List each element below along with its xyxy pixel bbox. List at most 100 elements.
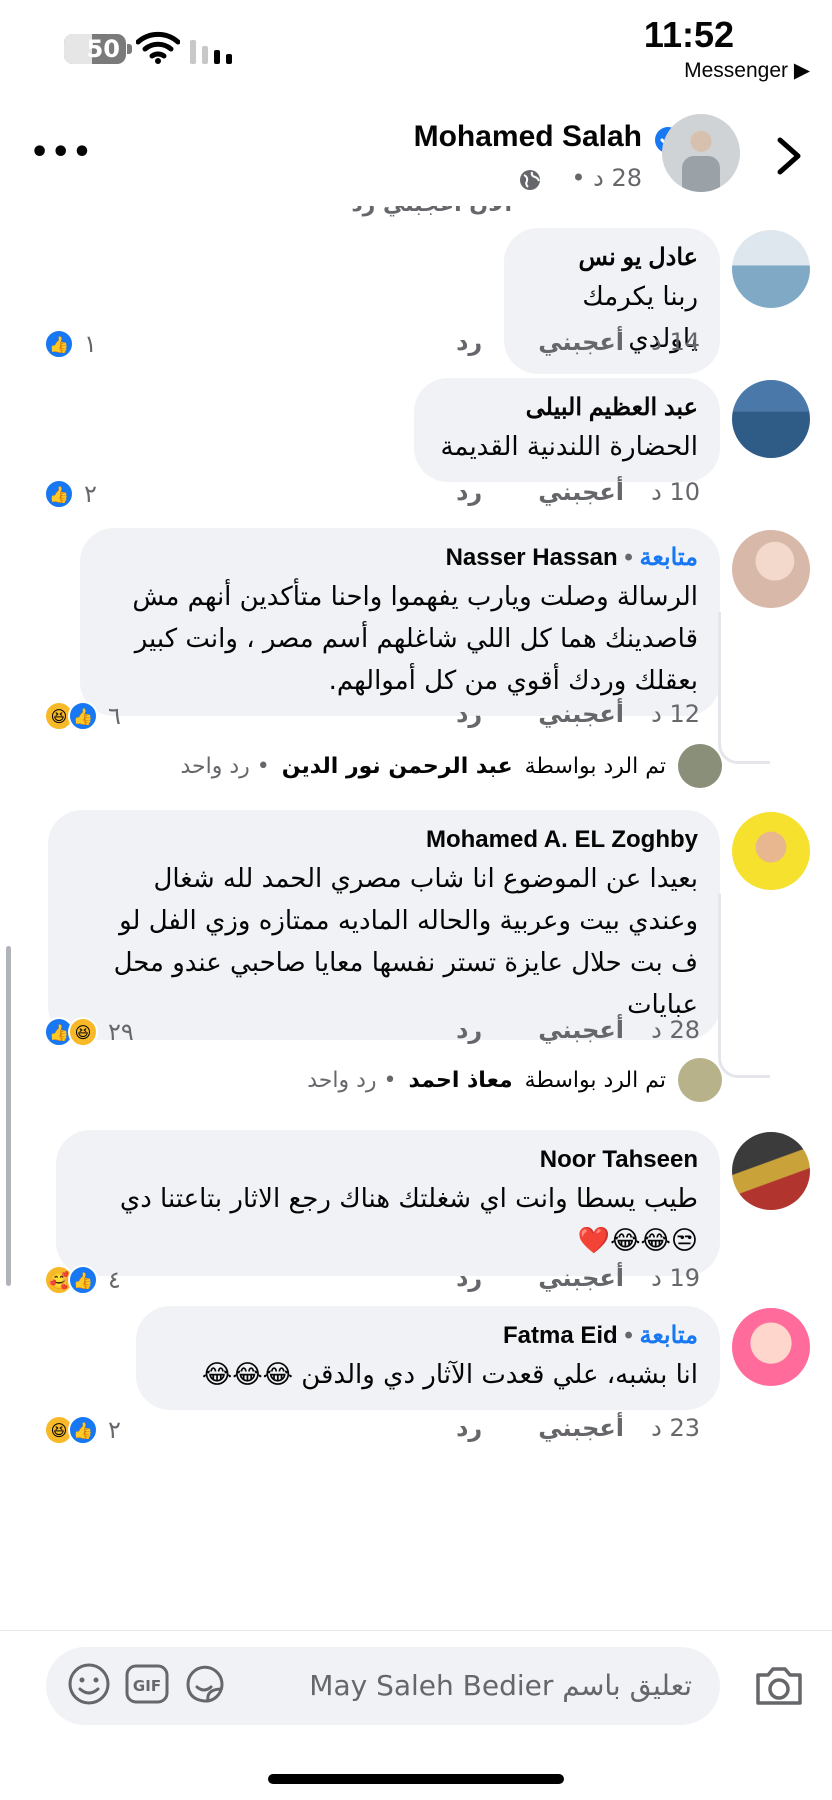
comment-item: متابعة • Fatma Eid انا بشبه، علي قعدت ال…: [0, 1306, 832, 1456]
thread-line: [718, 894, 770, 1078]
avatar[interactable]: [732, 530, 810, 608]
like-reaction-icon: 👍: [68, 1265, 98, 1295]
comment-author[interactable]: Fatma Eid: [503, 1322, 618, 1349]
reply-avatar: [678, 1058, 722, 1102]
comment-actions: 12 د أعجبني رد: [456, 700, 700, 728]
camera-icon[interactable]: [752, 1659, 806, 1713]
comment-bubble[interactable]: عبد العظيم البيلى الحضارة اللندنية القدي…: [414, 378, 720, 482]
comment-bubble[interactable]: Mohamed A. EL Zoghby بعيدا عن الموضوع ان…: [48, 810, 720, 1040]
wifi-icon: [136, 31, 180, 64]
comment-item: متابعة • Nasser Hassan الرسالة وصلت ويار…: [0, 528, 832, 846]
reply-button[interactable]: رد: [456, 478, 482, 506]
status-bar: 50 11:52 Messenger ▶: [0, 0, 832, 96]
battery-icon: 50: [64, 34, 132, 64]
comment-text: بعيدا عن الموضوع انا شاب مصري الحمد لله …: [113, 864, 698, 1020]
view-replies-link[interactable]: تم الرد بواسطة معاذ احمد • رد واحد: [307, 1058, 722, 1102]
previous-comment-actions: الآن أعجبني رد: [0, 206, 832, 230]
like-reaction-icon: 👍: [44, 329, 74, 359]
comment-bubble[interactable]: متابعة • Nasser Hassan الرسالة وصلت ويار…: [80, 528, 720, 716]
like-reaction-icon: 👍: [44, 479, 74, 509]
follow-button[interactable]: متابعة: [639, 544, 698, 571]
comment-composer: GIF تعليق باسم May Saleh Bedier: [0, 1630, 832, 1740]
reaction-summary[interactable]: 🥰 👍 ٤: [44, 1264, 121, 1296]
svg-text:GIF: GIF: [133, 1677, 161, 1695]
comment-time: 23 د: [651, 1414, 700, 1442]
comment-text: الرسالة وصلت ويارب يفهموا واحنا متأكدين …: [132, 582, 698, 696]
post-header: ••• Mohamed Salah 28 د •: [0, 96, 832, 206]
comment-author[interactable]: Noor Tahseen: [78, 1144, 698, 1176]
gif-icon[interactable]: GIF: [124, 1661, 170, 1707]
reaction-count: ٢: [108, 1416, 121, 1444]
comment-time: 10 د: [651, 478, 700, 506]
sticker-icon[interactable]: [182, 1661, 228, 1707]
comments-feed[interactable]: الآن أعجبني رد عادل يو نس ربنا يكرمك ياو…: [0, 206, 832, 1630]
reaction-summary[interactable]: 😆 👍 ٢: [44, 1414, 121, 1446]
follow-button[interactable]: متابعة: [639, 1322, 698, 1349]
like-reaction-icon: 👍: [68, 1415, 98, 1445]
avatar[interactable]: [732, 380, 810, 458]
reaction-summary[interactable]: 👍 ٢: [44, 478, 97, 510]
comment-bubble[interactable]: Noor Tahseen طيب يسطا وانت اي شغلتك هناك…: [56, 1130, 720, 1276]
like-button[interactable]: أعجبني: [538, 1264, 624, 1292]
comment-actions: 14 د أعجبني رد: [456, 328, 700, 356]
like-button[interactable]: أعجبني: [538, 1016, 624, 1044]
comment-item: Mohamed A. EL Zoghby بعيدا عن الموضوع ان…: [0, 810, 832, 1140]
reply-avatar: [678, 744, 722, 788]
battery-level: 50: [86, 35, 120, 63]
comment-author[interactable]: Mohamed A. EL Zoghby: [70, 824, 698, 856]
reply-button[interactable]: رد: [456, 1016, 482, 1044]
poster-avatar[interactable]: [662, 114, 740, 192]
reaction-summary[interactable]: 👍 ١: [44, 328, 97, 360]
back-to-app-link[interactable]: Messenger ▶: [684, 58, 810, 83]
thread-line: [718, 612, 770, 764]
like-reaction-icon: 👍: [68, 701, 98, 731]
comment-author[interactable]: عبد العظيم البيلى: [436, 392, 698, 424]
reply-button[interactable]: رد: [456, 328, 482, 356]
poster-name[interactable]: Mohamed Salah: [414, 120, 642, 154]
status-time: 11:52: [643, 14, 734, 55]
avatar[interactable]: [732, 812, 810, 890]
comment-actions: 28 د أعجبني رد: [456, 1016, 700, 1044]
comment-item: عادل يو نس ربنا يكرمك ياولدي 14 د أعجبني…: [0, 228, 832, 378]
comment-text: الحضارة اللندنية القديمة: [440, 432, 698, 462]
chevron-right-icon[interactable]: [774, 136, 804, 176]
globe-icon: [520, 170, 540, 190]
reaction-summary[interactable]: 👍 😆 ٢٩: [44, 1016, 134, 1048]
avatar[interactable]: [732, 1132, 810, 1210]
comment-author[interactable]: Nasser Hassan: [446, 544, 618, 571]
comment-time: 28 د: [651, 1016, 700, 1044]
comment-time: 19 د: [651, 1264, 700, 1292]
reaction-count: ٤: [108, 1266, 121, 1294]
reaction-count: ٢: [84, 480, 97, 508]
emoji-icon[interactable]: [66, 1661, 112, 1707]
avatar[interactable]: [732, 230, 810, 308]
reaction-count: ٦: [108, 702, 121, 730]
scrollbar[interactable]: [6, 946, 11, 1286]
haha-reaction-icon: 😆: [68, 1017, 98, 1047]
avatar[interactable]: [732, 1308, 810, 1386]
like-button[interactable]: أعجبني: [538, 700, 624, 728]
like-button[interactable]: أعجبني: [538, 328, 624, 356]
like-button[interactable]: أعجبني: [538, 1414, 624, 1442]
comment-bubble[interactable]: متابعة • Fatma Eid انا بشبه، علي قعدت ال…: [136, 1306, 720, 1410]
comment-placeholder: تعليق باسم May Saleh Bedier: [309, 1669, 692, 1702]
reaction-count: ٢٩: [108, 1018, 134, 1046]
reaction-count: ١: [84, 330, 97, 358]
comment-item: عبد العظيم البيلى الحضارة اللندنية القدي…: [0, 378, 832, 528]
comment-time: 14 د: [651, 328, 700, 356]
comment-actions: 10 د أعجبني رد: [456, 478, 700, 506]
like-button[interactable]: أعجبني: [538, 478, 624, 506]
comment-author[interactable]: عادل يو نس: [526, 242, 698, 274]
view-replies-link[interactable]: تم الرد بواسطة عبد الرحمن نور الدين • رد…: [180, 744, 722, 788]
more-icon[interactable]: •••: [30, 138, 94, 168]
reaction-summary[interactable]: 😆 👍 ٦: [44, 700, 121, 732]
home-indicator[interactable]: [268, 1774, 564, 1784]
comment-input[interactable]: GIF تعليق باسم May Saleh Bedier: [46, 1647, 720, 1725]
comment-text: طيب يسطا وانت اي شغلتك هناك رجع الاثار ب…: [119, 1184, 698, 1256]
comment-time: 12 د: [651, 700, 700, 728]
reply-button[interactable]: رد: [456, 1414, 482, 1442]
comment-actions: 19 د أعجبني رد: [456, 1264, 700, 1292]
comment-actions: 23 د أعجبني رد: [456, 1414, 700, 1442]
reply-button[interactable]: رد: [456, 700, 482, 728]
reply-button[interactable]: رد: [456, 1264, 482, 1292]
